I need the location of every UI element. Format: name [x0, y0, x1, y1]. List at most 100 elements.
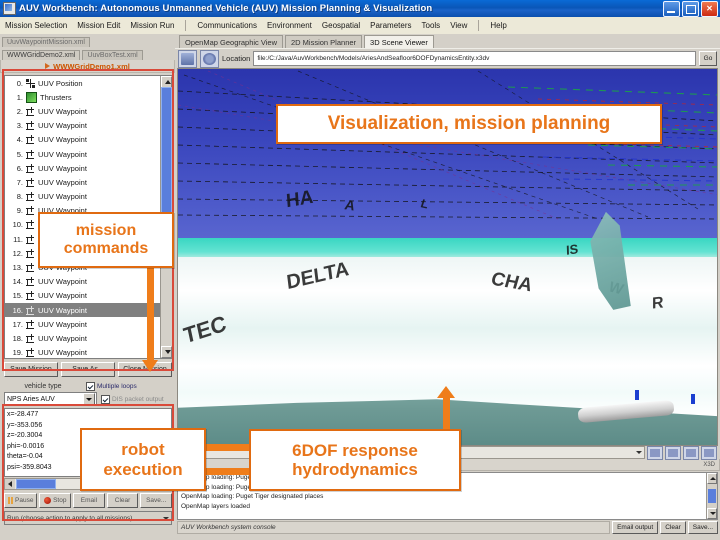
list-item-label: UUV Waypoint: [38, 319, 87, 329]
checkbox-icon: [86, 382, 95, 391]
console-clear-button[interactable]: Clear: [660, 520, 686, 534]
list-item-label: UUV Waypoint: [38, 106, 87, 116]
headlight-button[interactable]: [665, 445, 681, 460]
clear-button[interactable]: Clear: [106, 493, 139, 508]
console-scrollbar[interactable]: [706, 473, 717, 519]
list-item-index: 6.: [16, 163, 23, 173]
run-action-select[interactable]: Run (choose action to apply to all missi…: [4, 511, 172, 525]
menu-mission-selection[interactable]: Mission Selection: [0, 20, 72, 31]
save-as-button[interactable]: Save As...: [61, 362, 115, 377]
hscroll-left-arrow[interactable]: [5, 479, 15, 489]
list-item[interactable]: 1. Thrusters: [5, 90, 172, 104]
location-input[interactable]: file:/C:/Java/AuvWorkbench/Models/AriesA…: [253, 51, 696, 66]
list-item-label: UUV Waypoint: [38, 121, 87, 131]
reload-icon: [203, 52, 216, 65]
waypoint-icon: [26, 263, 35, 273]
console-scroll-thumb[interactable]: [708, 489, 716, 503]
rotate-button[interactable]: [701, 445, 717, 460]
console-scroll-up[interactable]: [707, 473, 717, 484]
file-tab-row-2: WWWGridDemo2.xml UuvBoxTest.xml: [0, 47, 175, 60]
waypoint-icon: [26, 277, 35, 287]
console-status-row: AUV Workbench system console Email outpu…: [177, 520, 718, 534]
callout-6dof-response-text: 6DOF response hydrodynamics: [292, 440, 418, 479]
list-item-label: UUV Waypoint: [38, 291, 87, 301]
menu-view[interactable]: View: [445, 20, 472, 31]
list-item-index: 4.: [16, 135, 23, 145]
file-tab-uuvboxtest[interactable]: UuvBoxTest.xml: [82, 50, 143, 60]
close-button[interactable]: ✕: [701, 1, 718, 17]
list-item[interactable]: 3. UUV Waypoint: [5, 119, 172, 133]
straighten-button[interactable]: [683, 445, 699, 460]
menu-help[interactable]: Help: [485, 20, 511, 31]
chevron-down-icon: [83, 393, 95, 405]
scroll-thumb[interactable]: [161, 87, 172, 219]
waypoint-icon: [26, 163, 35, 173]
menu-environment[interactable]: Environment: [262, 20, 317, 31]
list-item-label: UUV Waypoint: [38, 305, 87, 315]
list-item[interactable]: 4. UUV Waypoint: [5, 133, 172, 147]
menu-mission-run[interactable]: Mission Run: [125, 20, 179, 31]
active-document-bar[interactable]: WWWGridDemo1.xml: [0, 60, 175, 73]
list-item-label: UUV Waypoint: [38, 333, 87, 343]
list-item-index: 16.: [12, 305, 23, 315]
tab-2d-mission-planner[interactable]: 2D Mission Planner: [285, 35, 363, 48]
menu-communications[interactable]: Communications: [192, 20, 262, 31]
list-item[interactable]: 8. UUV Waypoint: [5, 190, 172, 204]
menu-tools[interactable]: Tools: [417, 20, 446, 31]
map-label: IS: [565, 241, 579, 258]
chevron-down-icon: [163, 516, 169, 520]
tab-openmap-geographic-view[interactable]: OpenMap Geographic View: [179, 35, 283, 48]
maximize-button[interactable]: [682, 1, 699, 17]
pause-button[interactable]: Pause: [4, 493, 38, 508]
list-item[interactable]: 5. UUV Waypoint: [5, 147, 172, 161]
console-scroll-down[interactable]: [707, 508, 717, 519]
reload-button[interactable]: [200, 49, 219, 68]
application-window: AUV Workbench: Autonomous Unmanned Vehic…: [0, 0, 720, 540]
multiple-loops-checkbox[interactable]: Multiple loops: [86, 382, 137, 391]
list-item-index: 14.: [12, 277, 23, 287]
list-item-label: UUV Waypoint: [38, 348, 87, 358]
vehicle-type-select[interactable]: NPS Aries AUV: [4, 392, 97, 406]
scroll-down-arrow[interactable]: [161, 346, 172, 358]
tab-3d-scene-viewer[interactable]: 3D Scene Viewer: [364, 35, 434, 48]
position-icon: [26, 78, 35, 88]
hscroll-thumb[interactable]: [16, 479, 56, 489]
save-log-button[interactable]: Save...: [140, 493, 172, 508]
list-item-index: 17.: [12, 319, 23, 329]
console-line: OpenMap layers loaded: [181, 502, 251, 510]
list-item-label: UUV Waypoint: [38, 135, 87, 145]
list-item-index: 5.: [16, 149, 23, 159]
headlight-icon: [668, 448, 678, 457]
console-save-button[interactable]: Save...: [687, 520, 718, 534]
auv-fin-left: [634, 389, 639, 400]
vehicle-type-value: NPS Aries AUV: [7, 395, 55, 403]
list-item-index: 19.: [12, 348, 23, 358]
list-item-label: UUV Waypoint: [38, 177, 87, 187]
list-item[interactable]: 0. UUV Position: [5, 76, 172, 90]
menu-mission-edit[interactable]: Mission Edit: [72, 20, 125, 31]
file-tab-wwwgriddemo2[interactable]: WWWGridDemo2.xml: [2, 50, 81, 60]
save-mission-button[interactable]: Save Mission: [4, 362, 58, 377]
menu-parameters[interactable]: Parameters: [365, 20, 416, 31]
telemetry-x: x=-28.477: [7, 411, 39, 418]
viewpoint-next-button[interactable]: [647, 445, 663, 460]
window-controls: ✕: [663, 1, 718, 17]
minimize-button[interactable]: [663, 1, 680, 17]
list-item[interactable]: 7. UUV Waypoint: [5, 175, 172, 189]
list-item-label: UUV Waypoint: [38, 149, 87, 159]
file-tab-uuvwaypointmission[interactable]: UuvWaypointMission.xml: [2, 37, 90, 47]
pause-label: Pause: [15, 497, 34, 504]
list-item[interactable]: 6. UUV Waypoint: [5, 161, 172, 175]
list-item-index: 1.: [16, 92, 23, 102]
email-output-button[interactable]: Email output: [612, 520, 659, 534]
list-item[interactable]: 2. UUV Waypoint: [5, 104, 172, 118]
go-button[interactable]: Go: [699, 51, 717, 66]
callout-robot-execution-text: robot execution: [103, 440, 183, 479]
waypoint-icon: [26, 192, 35, 202]
email-button[interactable]: Email: [73, 493, 105, 508]
open-file-button[interactable]: [178, 49, 197, 68]
dis-packet-checkbox[interactable]: DIS packet output: [101, 394, 164, 404]
list-item-label: UUV Position: [38, 78, 83, 88]
menu-geospatial[interactable]: Geospatial: [317, 20, 365, 31]
stop-button[interactable]: Stop: [39, 493, 72, 508]
